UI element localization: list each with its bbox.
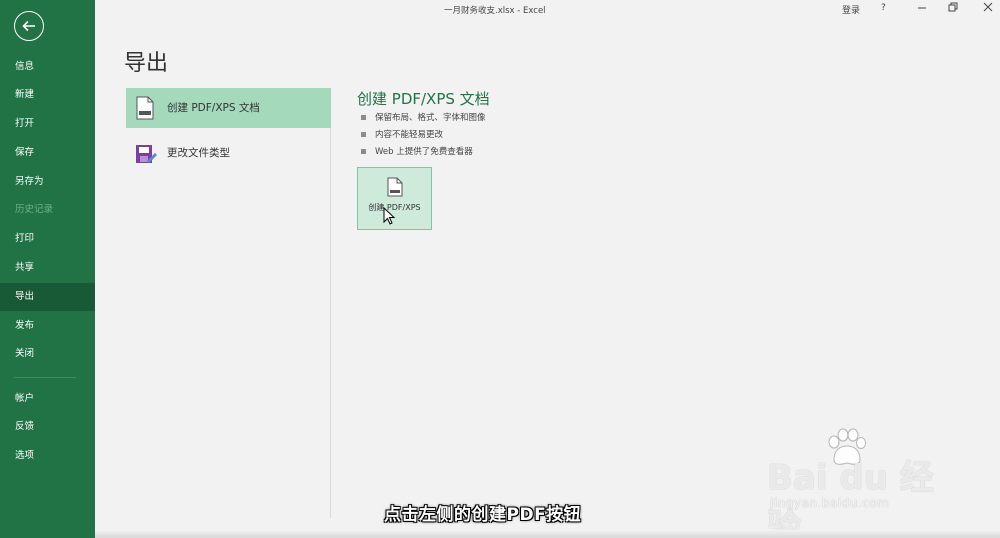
watermark-url: jingyan.baidu.com (770, 496, 890, 510)
back-button[interactable] (14, 11, 44, 41)
option-change-file-type[interactable]: 更改文件类型 (126, 133, 331, 173)
nav-info[interactable]: 信息 (0, 53, 95, 81)
nav-divider (14, 377, 76, 378)
back-arrow-icon (22, 20, 35, 32)
restore-icon (948, 2, 958, 12)
nav-save-as[interactable]: 另存为 (0, 168, 95, 196)
bullet-marker (361, 149, 366, 154)
nav-options[interactable]: 选项 (0, 442, 95, 470)
detail-title: 创建 PDF/XPS 文档 (357, 90, 490, 108)
nav-account[interactable]: 帐户 (0, 385, 95, 413)
watermark-logo: Bai du 经验 (767, 458, 934, 538)
video-subtitle: 点击左侧的创建PDF按钮 (384, 505, 582, 525)
nav-save[interactable]: 保存 (0, 139, 95, 167)
signin-link[interactable]: 登录 (842, 3, 860, 16)
baidu-watermark: Bai du 经验 jingyan.baidu.com (762, 428, 962, 538)
nav-open[interactable]: 打开 (0, 110, 95, 138)
restore-button[interactable] (948, 2, 958, 15)
nav-publish[interactable]: 发布 (0, 312, 95, 340)
close-icon (983, 2, 993, 12)
pdf-document-icon (136, 96, 154, 120)
nav-close[interactable]: 关闭 (0, 340, 95, 368)
mouse-cursor-icon (383, 207, 395, 225)
close-window-button[interactable] (983, 2, 993, 15)
nav-history: 历史记录 (15, 204, 54, 215)
detail-bullet-text: 内容不能轻易更改 (375, 130, 444, 140)
bullet-marker (361, 115, 366, 120)
nav-feedback[interactable]: 反馈 (0, 413, 95, 441)
option-create-pdf-label: 创建 PDF/XPS 文档 (167, 102, 260, 114)
bottom-edge (95, 530, 1000, 538)
pdf-document-icon (387, 177, 403, 197)
option-create-pdf[interactable]: 创建 PDF/XPS 文档 (126, 88, 331, 128)
nav-new[interactable]: 新建 (0, 81, 95, 109)
minimize-button[interactable] (917, 0, 927, 17)
change-file-type-icon (136, 145, 157, 163)
nav-print[interactable]: 打印 (0, 225, 95, 253)
nav-export[interactable]: 导出 (0, 283, 95, 311)
help-button[interactable]: ? (881, 3, 886, 13)
detail-bullet: 保留布局、格式、字体和图像 (361, 111, 486, 123)
detail-bullet: Web 上提供了免费查看器 (361, 145, 473, 157)
window-title: 一月财务收支.xlsx - Excel (444, 6, 546, 16)
nav-share[interactable]: 共享 (0, 254, 95, 282)
detail-bullet-text: Web 上提供了免费查看器 (375, 147, 473, 157)
minimize-icon (918, 7, 926, 9)
detail-bullet: 内容不能轻易更改 (361, 128, 443, 140)
detail-bullet-text: 保留布局、格式、字体和图像 (375, 113, 486, 123)
option-change-file-type-label: 更改文件类型 (167, 147, 230, 159)
page-title: 导出 (124, 51, 169, 76)
bullet-marker (361, 132, 366, 137)
backstage-sidebar: 信息 新建 打开 保存 另存为 历史记录 打印 共享 导出 发布 关闭 帐户 反… (0, 0, 95, 538)
